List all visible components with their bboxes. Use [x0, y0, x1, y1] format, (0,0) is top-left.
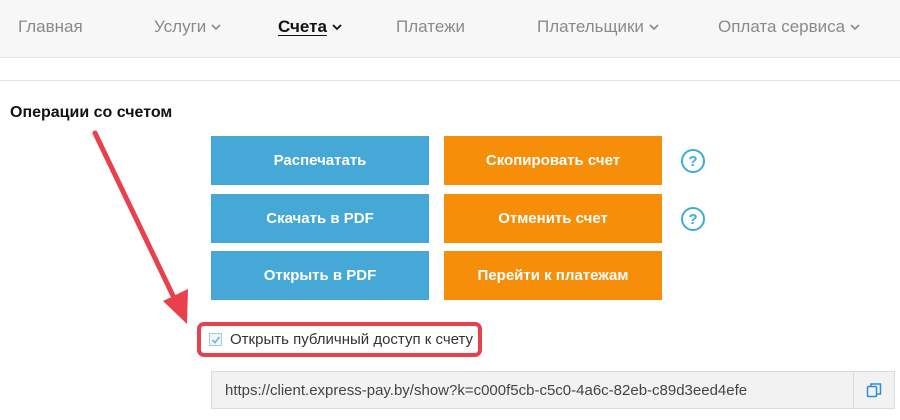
help-icon[interactable]: ?: [681, 207, 705, 231]
cancel-invoice-button[interactable]: Отменить счет: [444, 194, 662, 243]
nav-item-label: Услуги: [154, 17, 207, 36]
public-access-option: Открыть публичный доступ к счету: [197, 322, 482, 357]
download-pdf-button[interactable]: Скачать в PDF: [211, 194, 429, 243]
checkmark-icon: [211, 335, 220, 344]
chevron-down-icon: [849, 22, 861, 32]
public-access-label[interactable]: Открыть публичный доступ к счету: [230, 331, 473, 348]
section-title: Операции со счетом: [10, 104, 173, 121]
public-access-checkbox[interactable]: [209, 333, 222, 346]
copy-link-button[interactable]: [853, 371, 895, 409]
open-pdf-button[interactable]: Открыть в PDF: [211, 251, 429, 300]
nav-item-services[interactable]: Услуги: [154, 17, 222, 37]
nav-item-label: Плательщики: [537, 17, 644, 36]
print-button[interactable]: Распечатать: [211, 136, 429, 185]
nav-item-home[interactable]: Главная: [18, 17, 83, 37]
nav-item-invoices[interactable]: Счета: [278, 17, 343, 37]
chevron-down-icon: [331, 22, 343, 32]
nav-item-label: Платежи: [396, 17, 465, 36]
section-divider: [0, 80, 900, 81]
public-link-field[interactable]: [211, 371, 854, 409]
nav-item-label: Главная: [18, 17, 83, 36]
nav-item-payments[interactable]: Платежи: [396, 17, 465, 37]
copy-icon: [866, 383, 882, 398]
nav-item-label: Счета: [278, 17, 327, 36]
chevron-down-icon: [648, 22, 660, 32]
nav-item-service-payment[interactable]: Оплата сервиса: [718, 17, 861, 37]
chevron-down-icon: [210, 22, 222, 32]
go-to-payments-button[interactable]: Перейти к платежам: [444, 251, 662, 300]
nav-item-label: Оплата сервиса: [718, 17, 846, 36]
top-navigation: Главная Услуги Счета Платежи Плательщики…: [0, 0, 900, 58]
help-icon[interactable]: ?: [681, 149, 705, 173]
copy-invoice-button[interactable]: Скопировать счет: [444, 136, 662, 185]
nav-item-payers[interactable]: Плательщики: [537, 17, 660, 37]
